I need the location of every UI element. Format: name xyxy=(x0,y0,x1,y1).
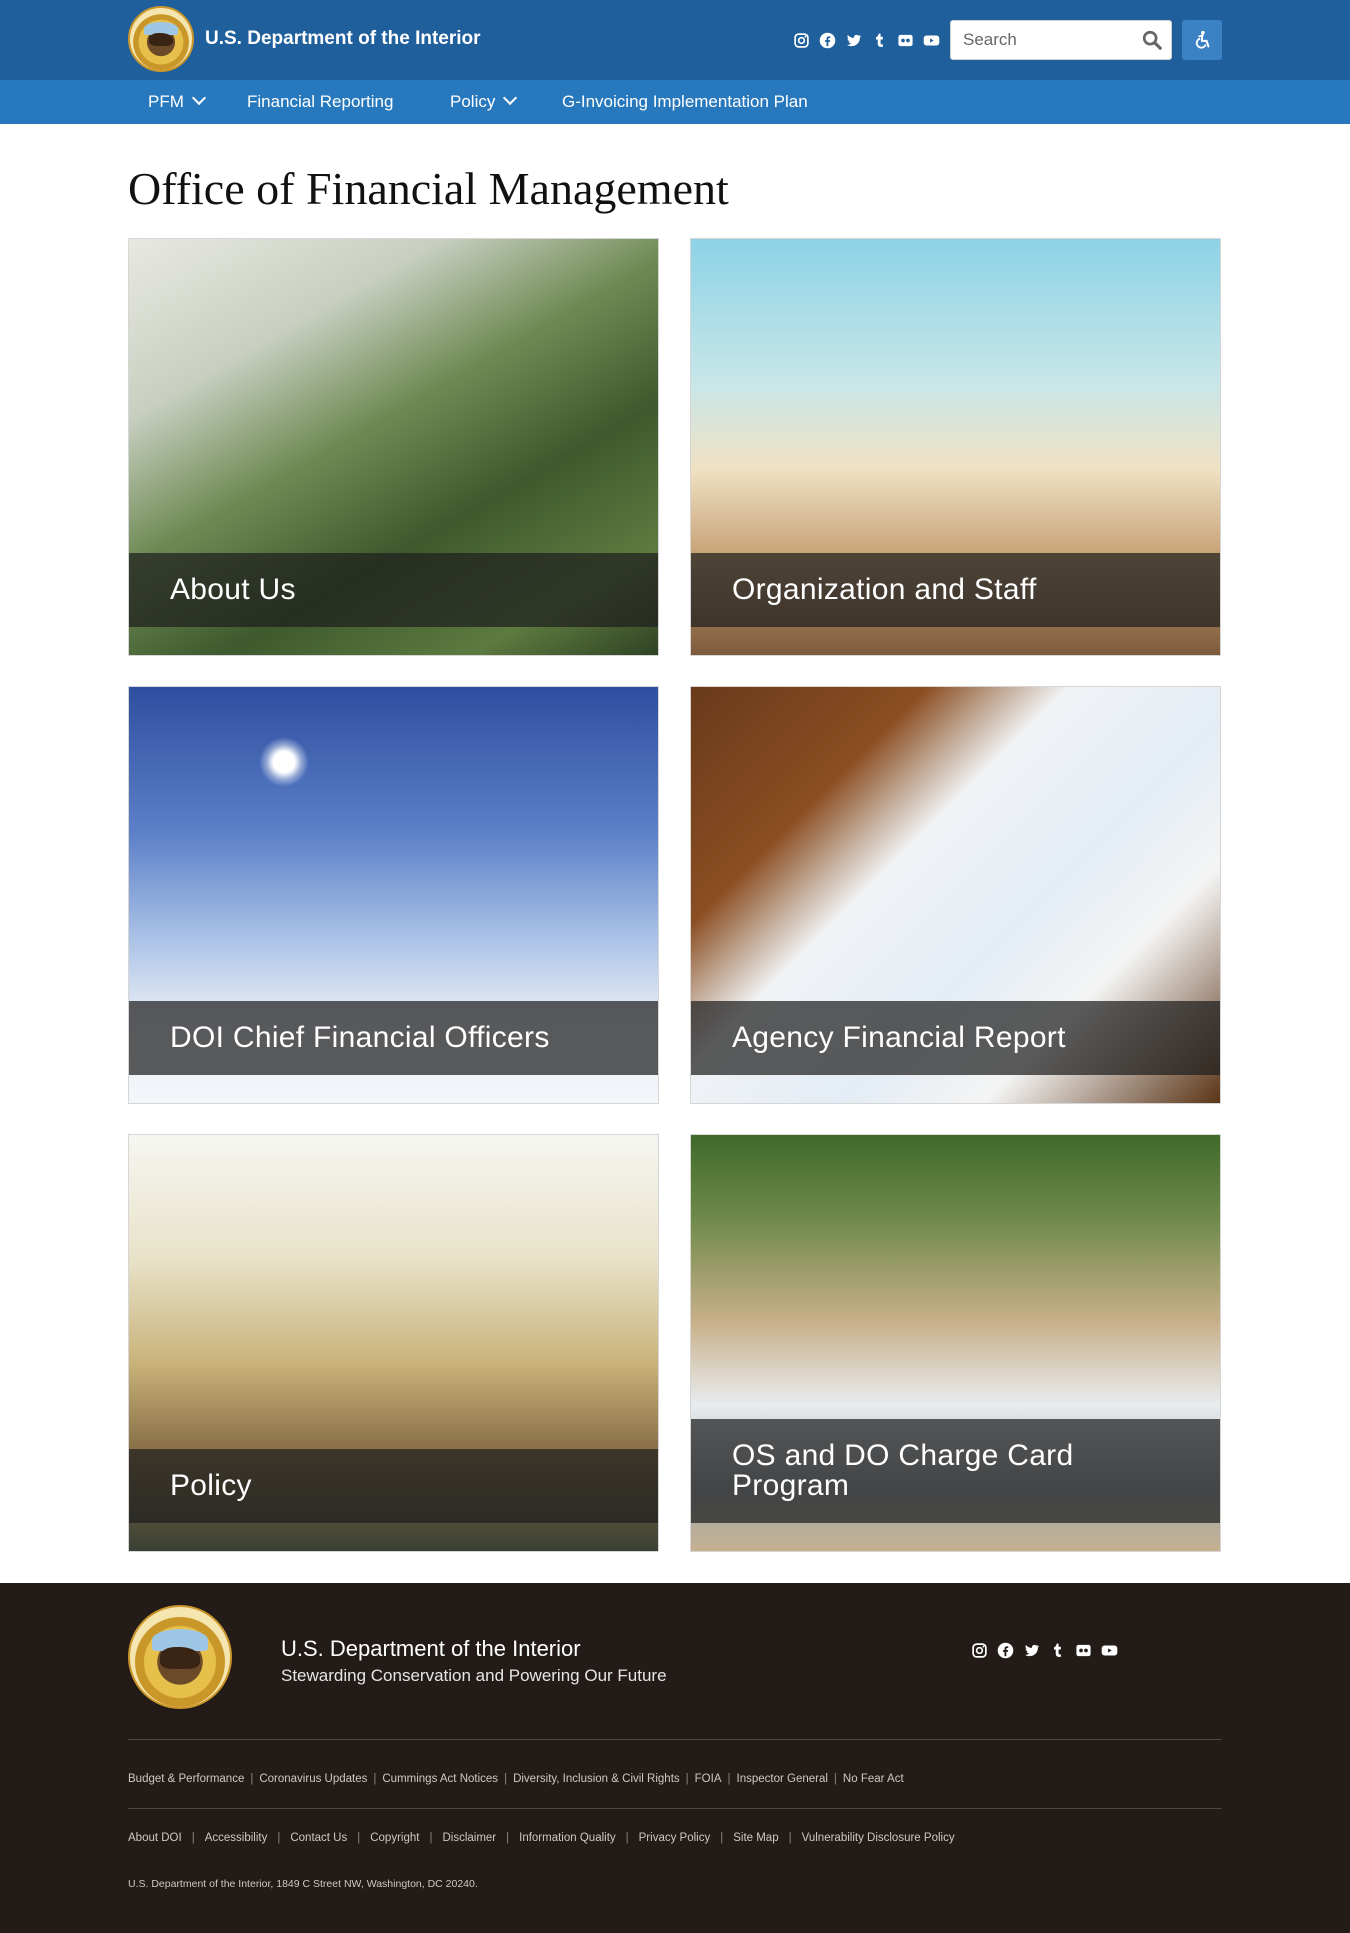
footer-link-accessibility[interactable]: Accessibility xyxy=(205,1832,268,1844)
doi-seal-logo[interactable] xyxy=(128,1605,232,1709)
main-nav: PFM Financial Reporting Policy G-Invoici… xyxy=(0,80,1350,124)
page-title: Office of Financial Management xyxy=(128,163,729,214)
footer-link-vulnerability-disclosure[interactable]: Vulnerability Disclosure Policy xyxy=(802,1832,955,1844)
card-caption: OS and DO Charge Card Program xyxy=(691,1419,1220,1523)
footer-links-primary: Budget & Performance | Coronavirus Update… xyxy=(128,1773,904,1785)
footer-link-no-fear-act[interactable]: No Fear Act xyxy=(843,1773,904,1785)
footer-link-information-quality[interactable]: Information Quality xyxy=(519,1832,616,1844)
footer-divider xyxy=(128,1739,1222,1740)
card-policy[interactable]: Policy xyxy=(128,1134,659,1552)
card-about-us[interactable]: About Us xyxy=(128,238,659,656)
card-caption: DOI Chief Financial Officers xyxy=(129,1001,658,1075)
search-input[interactable] xyxy=(951,21,1131,59)
footer-title: U.S. Department of the Interior xyxy=(281,1636,581,1661)
footer-link-coronavirus-updates[interactable]: Coronavirus Updates xyxy=(259,1773,367,1785)
search-box xyxy=(950,20,1172,60)
twitter-icon[interactable] xyxy=(844,31,862,49)
footer-social-links xyxy=(970,1641,1118,1659)
nav-item-label: PFM xyxy=(148,92,184,111)
link-separator: | xyxy=(357,1832,361,1844)
card-os-and-do-charge-card-program[interactable]: OS and DO Charge Card Program xyxy=(690,1134,1221,1552)
facebook-icon[interactable] xyxy=(996,1641,1014,1659)
footer-divider xyxy=(128,1808,1222,1809)
link-separator: | xyxy=(250,1773,254,1785)
link-separator: | xyxy=(625,1832,629,1844)
instagram-icon[interactable] xyxy=(970,1641,988,1659)
footer-tagline: Stewarding Conservation and Powering Our… xyxy=(281,1666,667,1685)
accessibility-button[interactable] xyxy=(1182,20,1222,60)
card-label: DOI Chief Financial Officers xyxy=(170,1021,550,1054)
link-separator: | xyxy=(373,1773,377,1785)
link-separator: | xyxy=(833,1773,837,1785)
footer-links-secondary: About DOI | Accessibility | Contact Us | Co… xyxy=(128,1832,955,1844)
card-caption: Policy xyxy=(129,1449,658,1523)
nav-item-label: Financial Reporting xyxy=(247,92,394,111)
card-agency-financial-report[interactable]: Agency Financial Report xyxy=(690,686,1221,1104)
card-label: About Us xyxy=(170,573,296,606)
tumblr-icon[interactable] xyxy=(1048,1641,1066,1659)
link-separator: | xyxy=(685,1773,689,1785)
link-separator: | xyxy=(191,1832,195,1844)
instagram-icon[interactable] xyxy=(792,31,810,49)
footer-address: U.S. Department of the Interior, 1849 C … xyxy=(128,1878,478,1890)
link-separator: | xyxy=(788,1832,792,1844)
flickr-icon[interactable] xyxy=(1074,1641,1092,1659)
nav-item-label: G-Invoicing Implementation Plan xyxy=(562,92,808,111)
search-icon[interactable] xyxy=(1141,29,1163,51)
doi-seal-logo[interactable] xyxy=(128,6,194,72)
card-label: OS and DO Charge Card Program xyxy=(732,1439,1074,1502)
link-separator: | xyxy=(504,1773,508,1785)
card-caption: About Us xyxy=(129,553,658,627)
link-separator: | xyxy=(277,1832,281,1844)
card-caption: Agency Financial Report xyxy=(691,1001,1220,1075)
card-organization-and-staff[interactable]: Organization and Staff xyxy=(690,238,1221,656)
footer-link-site-map[interactable]: Site Map xyxy=(733,1832,778,1844)
nav-item-financial-reporting[interactable]: Financial Reporting xyxy=(247,80,393,124)
chevron-down-icon xyxy=(191,90,206,106)
youtube-icon[interactable] xyxy=(1100,1641,1118,1659)
accessibility-icon xyxy=(1195,30,1210,49)
footer-link-about-doi[interactable]: About DOI xyxy=(128,1832,182,1844)
flickr-icon[interactable] xyxy=(896,31,914,49)
footer-link-foia[interactable]: FOIA xyxy=(695,1773,722,1785)
header-social-links xyxy=(792,31,940,49)
card-label: Policy xyxy=(170,1469,252,1502)
footer-link-contact-us[interactable]: Contact Us xyxy=(290,1832,347,1844)
site-title[interactable]: U.S. Department of the Interior xyxy=(205,28,481,50)
facebook-icon[interactable] xyxy=(818,31,836,49)
tumblr-icon[interactable] xyxy=(870,31,888,49)
link-separator: | xyxy=(429,1832,433,1844)
youtube-icon[interactable] xyxy=(922,31,940,49)
card-caption: Organization and Staff xyxy=(691,553,1220,627)
link-separator: | xyxy=(727,1773,731,1785)
nav-item-policy[interactable]: Policy xyxy=(450,80,518,124)
footer-link-cummings-act-notices[interactable]: Cummings Act Notices xyxy=(382,1773,498,1785)
twitter-icon[interactable] xyxy=(1022,1641,1040,1659)
footer-link-inspector-general[interactable]: Inspector General xyxy=(737,1773,828,1785)
footer-link-budget-performance[interactable]: Budget & Performance xyxy=(128,1773,244,1785)
footer-link-copyright[interactable]: Copyright xyxy=(370,1832,419,1844)
footer-link-privacy-policy[interactable]: Privacy Policy xyxy=(639,1832,711,1844)
chevron-down-icon xyxy=(503,90,518,106)
card-label: Organization and Staff xyxy=(732,573,1037,606)
link-separator: | xyxy=(720,1832,724,1844)
nav-item-g-invoicing[interactable]: G-Invoicing Implementation Plan xyxy=(562,80,808,124)
footer-link-diversity-inclusion[interactable]: Diversity, Inclusion & Civil Rights xyxy=(513,1773,680,1785)
link-separator: | xyxy=(506,1832,510,1844)
footer-link-disclaimer[interactable]: Disclaimer xyxy=(442,1832,496,1844)
nav-item-label: Policy xyxy=(450,92,496,111)
sun-decoration xyxy=(259,737,309,787)
card-doi-chief-financial-officers[interactable]: DOI Chief Financial Officers xyxy=(128,686,659,1104)
card-label: Agency Financial Report xyxy=(732,1021,1066,1054)
top-header: U.S. Department of the Interior xyxy=(0,0,1350,80)
nav-item-pfm[interactable]: PFM xyxy=(148,80,206,124)
